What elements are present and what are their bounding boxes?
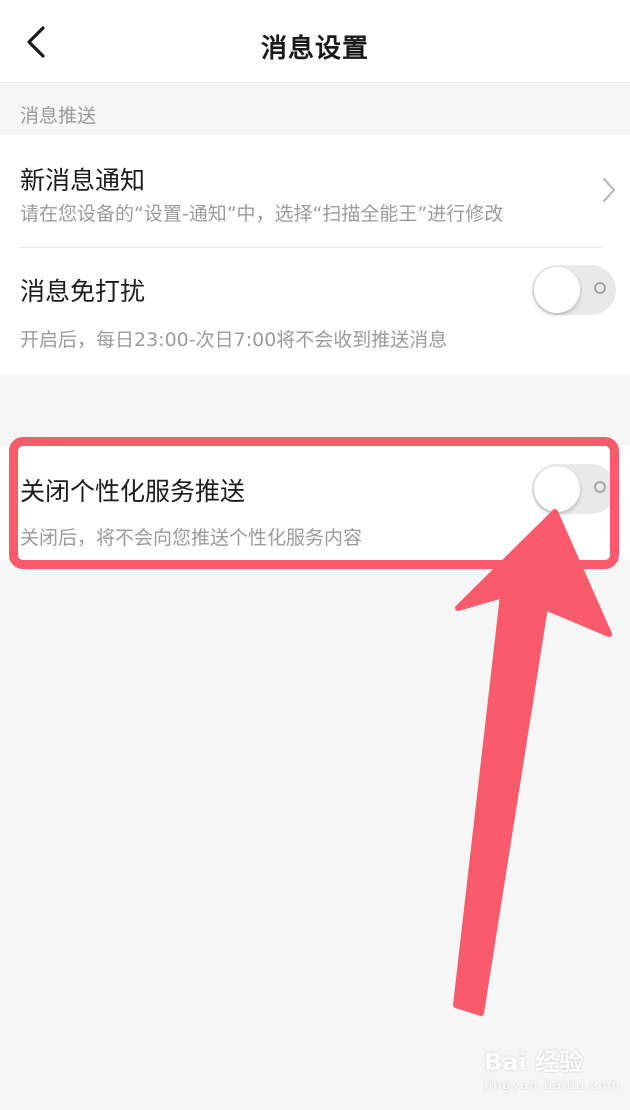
toggle-off-icon <box>594 282 606 294</box>
nav-header: 消息设置 <box>0 0 630 83</box>
row-title: 新消息通知 <box>20 166 146 195</box>
do-not-disturb-toggle[interactable] <box>532 265 616 315</box>
watermark-text: Bai 经验 <box>484 1048 584 1076</box>
do-not-disturb-row: 消息免打扰 开启后，每日23:00-次日7:00将不会收到推送消息 <box>0 248 630 375</box>
toggle-knob <box>534 267 580 313</box>
section-label: 消息推送 <box>20 105 97 127</box>
new-message-notification-row[interactable]: 新消息通知 请在您设备的“设置-通知”中，选择“扫描全能王”进行修改 <box>0 135 630 247</box>
row-title: 关闭个性化服务推送 <box>20 477 246 506</box>
toggle-knob <box>534 466 580 512</box>
row-subtitle: 请在您设备的“设置-通知”中，选择“扫描全能王”进行修改 <box>20 203 504 225</box>
chevron-right-icon <box>602 177 616 203</box>
row-subtitle: 开启后，每日23:00-次日7:00将不会收到推送消息 <box>20 329 448 351</box>
row-title: 消息免打扰 <box>20 277 146 306</box>
row-subtitle: 关闭后，将不会向您推送个性化服务内容 <box>20 527 363 549</box>
toggle-off-icon <box>594 481 606 493</box>
personalized-push-toggle[interactable] <box>532 464 616 514</box>
personalized-push-row: 关闭个性化服务推送 关闭后，将不会向您推送个性化服务内容 <box>0 446 630 560</box>
page-title: 消息设置 <box>260 34 369 64</box>
watermark-url: jingyan.baidu.com <box>484 1078 621 1093</box>
watermark: Bai 经验 jingyan.baidu.com <box>470 1038 620 1098</box>
settings-group: 新消息通知 请在您设备的“设置-通知”中，选择“扫描全能王”进行修改 消息免打扰… <box>0 135 630 375</box>
